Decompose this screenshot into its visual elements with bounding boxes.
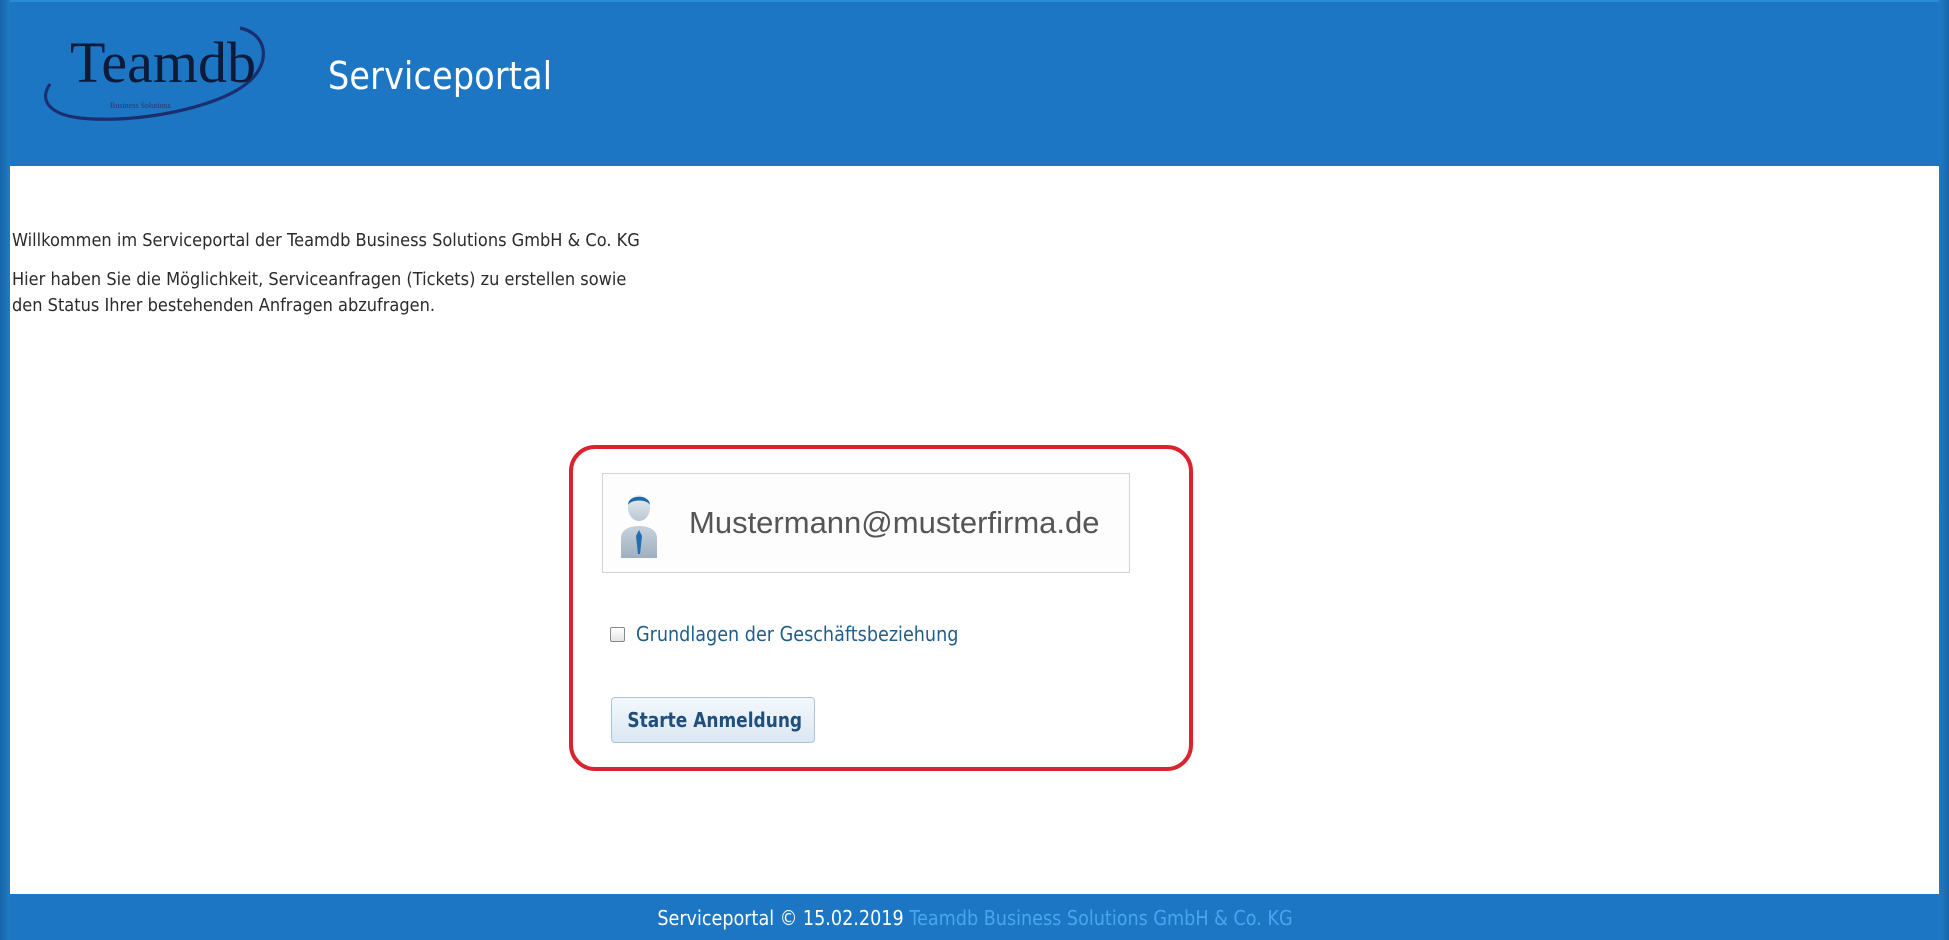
email-input[interactable]: [689, 500, 1109, 546]
teamdb-logo-image: Teamdb Business Solutions: [44, 26, 265, 121]
footer-bar: Serviceportal © 15.02.2019 Teamdb Busine…: [10, 894, 1939, 940]
terms-checkbox[interactable]: [610, 626, 625, 642]
terms-checkbox-label[interactable]: Grundlagen der Geschäftsbeziehung: [636, 622, 958, 646]
footer-text: Serviceportal © 15.02.2019 Teamdb Busine…: [10, 906, 1939, 930]
header-bar: Teamdb Business Solutions Serviceportal: [10, 0, 1939, 166]
welcome-text: Willkommen im Serviceportal der Teamdb B…: [12, 230, 640, 251]
header-title: Serviceportal: [328, 54, 553, 98]
start-login-button-label: Starte Anmeldung: [627, 708, 803, 732]
footer-company-link[interactable]: Teamdb Business Solutions GmbH & Co. KG: [909, 906, 1292, 930]
teamdb-logo[interactable]: Teamdb Business Solutions: [40, 20, 310, 148]
user-avatar-icon: [617, 488, 661, 558]
logo-text: Teamdb: [70, 30, 256, 95]
email-field[interactable]: [602, 473, 1130, 573]
intro-line-1: Hier haben Sie die Möglichkeit, Servicea…: [12, 269, 627, 290]
footer-copyright: Serviceportal © 15.02.2019: [656, 906, 904, 930]
intro-line-2: den Status Ihrer bestehenden Anfragen ab…: [12, 295, 435, 316]
page: Teamdb Business Solutions Serviceportal …: [10, 0, 1939, 940]
logo-subtext: Business Solutions: [110, 101, 171, 110]
terms-checkbox-row[interactable]: Grundlagen der Geschäftsbeziehung: [610, 622, 1002, 646]
intro-text: Willkommen im Serviceportal der Teamdb B…: [12, 228, 640, 319]
start-login-button[interactable]: Starte Anmeldung: [611, 697, 815, 743]
window-frame: Teamdb Business Solutions Serviceportal …: [0, 0, 1949, 940]
